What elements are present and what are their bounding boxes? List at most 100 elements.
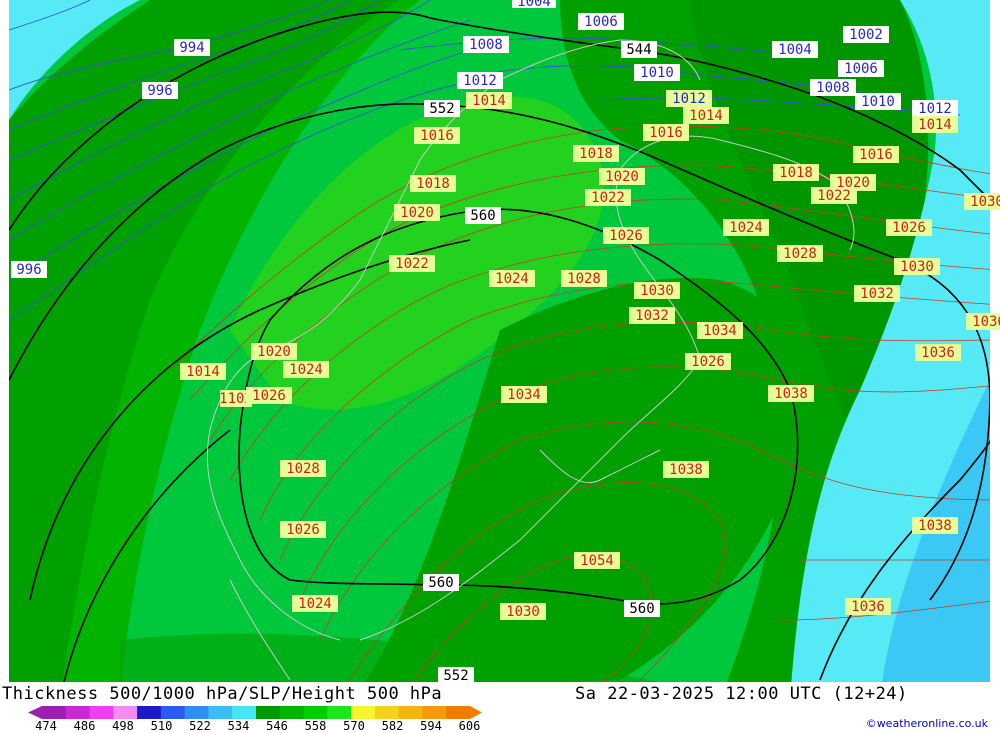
svg-text:1022: 1022 <box>817 188 851 204</box>
svg-text:994: 994 <box>179 40 204 56</box>
legend-swatch <box>446 706 471 719</box>
slp-label: 1012 <box>912 100 958 117</box>
svg-text:1026: 1026 <box>892 220 926 236</box>
slp-label: 1024 <box>723 219 769 236</box>
svg-text:1006: 1006 <box>844 61 878 77</box>
slp-label: 1028 <box>280 460 326 477</box>
height-label: 552 <box>424 100 460 117</box>
slp-label: 1024 <box>292 595 338 612</box>
slp-label: 1002 <box>843 26 889 43</box>
slp-label: 1020 <box>251 343 297 360</box>
svg-text:1038: 1038 <box>918 518 952 534</box>
svg-text:1014: 1014 <box>918 117 952 133</box>
svg-text:1008: 1008 <box>469 37 503 53</box>
slp-label: 1014 <box>683 107 729 124</box>
svg-text:1038: 1038 <box>669 462 703 478</box>
svg-text:1018: 1018 <box>416 176 450 192</box>
svg-text:1026: 1026 <box>252 388 286 404</box>
slp-label: 1006 <box>578 13 624 30</box>
slp-label: 996 <box>11 261 47 278</box>
svg-text:552: 552 <box>443 668 468 684</box>
forecast-datetime: Sa 22-03-2025 12:00 UTC (12+24) <box>575 684 908 704</box>
slp-label: 1018 <box>410 175 456 192</box>
legend-swatch <box>232 706 257 719</box>
slp-label: 1006 <box>838 60 884 77</box>
slp-label: 1026 <box>280 521 326 538</box>
slp-label: 996 <box>142 82 178 99</box>
legend-swatch <box>42 706 67 719</box>
svg-text:1016: 1016 <box>649 125 683 141</box>
svg-text:1036: 1036 <box>921 345 955 361</box>
legend-scale-label: 522 <box>189 719 211 733</box>
svg-text:1038: 1038 <box>774 386 808 402</box>
legend-swatch <box>279 706 305 719</box>
svg-text:552: 552 <box>429 101 454 117</box>
svg-text:1030: 1030 <box>506 604 540 620</box>
legend-scale-label: 606 <box>458 719 481 733</box>
svg-text:1016: 1016 <box>420 128 454 144</box>
slp-label: 1018 <box>773 164 819 181</box>
slp-label: 1010 <box>855 93 901 110</box>
slp-label: 1018 <box>573 145 619 162</box>
legend-swatch <box>89 706 114 719</box>
slp-label: 1022 <box>585 189 631 206</box>
legend-swatch <box>398 706 423 719</box>
svg-text:1014: 1014 <box>472 93 506 109</box>
svg-text:1024: 1024 <box>495 271 529 287</box>
weather-map: 1004 1006 994 1008 1004 1002 1012 1010 1… <box>0 0 1000 733</box>
svg-text:996: 996 <box>16 262 41 278</box>
svg-text:544: 544 <box>626 42 651 58</box>
slp-label: 1016 <box>643 124 689 141</box>
slp-label: 1034 <box>697 322 743 339</box>
slp-label: 1014 <box>180 363 226 380</box>
svg-text:1002: 1002 <box>849 27 883 43</box>
height-label: 560 <box>624 600 660 617</box>
svg-text:1020: 1020 <box>400 205 434 221</box>
legend-swatch <box>327 706 352 719</box>
svg-text:560: 560 <box>470 208 495 224</box>
height-label: 560 <box>465 207 501 224</box>
slp-label: 1024 <box>489 270 535 287</box>
svg-text:560: 560 <box>629 601 654 617</box>
svg-text:1020: 1020 <box>257 344 291 360</box>
slp-label: 1038 <box>663 461 709 478</box>
slp-label: 1036 <box>966 313 1000 330</box>
svg-text:1016: 1016 <box>859 147 893 163</box>
svg-text:1028: 1028 <box>286 461 320 477</box>
svg-text:1012: 1012 <box>672 91 706 107</box>
svg-text:1030: 1030 <box>970 194 1000 210</box>
svg-text:1024: 1024 <box>729 220 763 236</box>
slp-label: 1016 <box>414 127 460 144</box>
legend-scale-label: 474 <box>35 719 57 733</box>
slp-label: 1026 <box>886 219 932 236</box>
slp-label: 1008 <box>463 36 509 53</box>
slp-label: 1012 <box>666 90 712 107</box>
slp-label: 1012 <box>457 72 503 89</box>
slp-label: 1008 <box>810 79 856 96</box>
map-title: Thickness 500/1000 hPa/SLP/Height 500 hP… <box>2 684 443 704</box>
svg-text:1024: 1024 <box>298 596 332 612</box>
svg-text:1020: 1020 <box>605 169 639 185</box>
svg-text:1010: 1010 <box>861 94 895 110</box>
svg-text:1034: 1034 <box>507 387 541 403</box>
slp-label: 1028 <box>561 270 607 287</box>
legend-scale-label: 582 <box>381 719 404 733</box>
slp-label: 1020 <box>394 204 440 221</box>
legend-scale-label: 594 <box>420 719 442 733</box>
legend-swatch <box>65 706 91 719</box>
legend-swatch <box>374 706 400 719</box>
svg-text:1030: 1030 <box>640 283 674 299</box>
svg-text:1018: 1018 <box>779 165 813 181</box>
slp-label: 1026 <box>685 353 731 370</box>
slp-label: 1054 <box>574 552 620 569</box>
legend-swatch <box>256 706 281 719</box>
credit-link[interactable]: ©weatheronline.co.uk <box>866 717 988 730</box>
svg-text:996: 996 <box>147 83 172 99</box>
svg-text:1024: 1024 <box>289 362 323 378</box>
svg-text:1012: 1012 <box>918 101 952 117</box>
slp-label: 1010 <box>634 64 680 81</box>
svg-text:1054: 1054 <box>580 553 614 569</box>
slp-label: 1036 <box>845 598 891 615</box>
height-label: 560 <box>423 574 459 591</box>
slp-label: 1026 <box>603 227 649 244</box>
